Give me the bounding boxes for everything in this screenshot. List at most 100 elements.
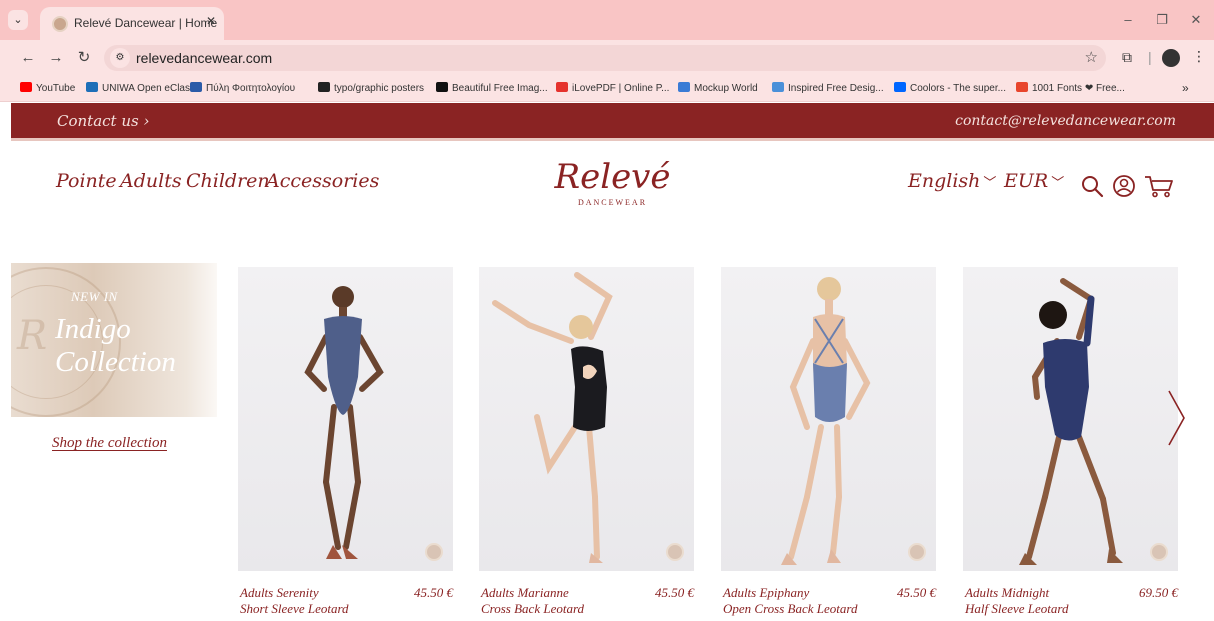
contact-us-link[interactable]: Contact us › [57, 112, 149, 130]
inspired-icon [772, 82, 784, 92]
browser-toolbar: ← → ↻ ⚙ relevedancewear.com ☆ ⧉ | ⋮ [0, 40, 1214, 76]
brand-seal-icon [1150, 543, 1168, 561]
product-card[interactable]: Adults Epiphany Open Cross Back Leotard … [721, 267, 936, 616]
banner-monogram-icon: R [17, 313, 48, 359]
banner-title: Indigo Collection [55, 313, 176, 379]
site-logo[interactable]: Relevé DANCEWEAR [545, 157, 680, 217]
browser-tab-active[interactable]: Relevé Dancewear | Home ✕ [40, 7, 224, 40]
carousel-next-icon[interactable] [1166, 388, 1188, 448]
bookmark-coolors[interactable]: Coolors - The super... [894, 81, 1006, 97]
dancer-illustration [304, 286, 384, 559]
language-selector[interactable]: English ﹀ [908, 170, 996, 192]
browser-menu-icon[interactable]: ⋮ [1192, 48, 1206, 65]
address-bar[interactable]: ⚙ relevedancewear.com ☆ [104, 45, 1106, 71]
unsplash-icon [436, 82, 448, 92]
dancer-illustration [1019, 278, 1123, 565]
mockup-icon [678, 82, 690, 92]
product-name-line1: Adults Marianne [481, 585, 569, 600]
product-price: 45.50 € [655, 585, 694, 600]
product-name-line2: Half Sleeve Leotard [965, 601, 1069, 616]
banner-title-line1: Indigo [55, 313, 131, 345]
eclass-icon [86, 82, 98, 92]
contact-bar: Contact us › contact@relevedancewear.com [11, 103, 1214, 141]
coolors-icon [894, 82, 906, 92]
product-card[interactable]: Adults Marianne Cross Back Leotard 45.50… [479, 267, 694, 616]
browser-tab-bar: ⌄ Relevé Dancewear | Home ✕ – ❐ ✕ [0, 0, 1214, 40]
product-name-line2: Open Cross Back Leotard [723, 601, 858, 616]
tab-search-button[interactable]: ⌄ [8, 10, 28, 30]
cart-icon[interactable] [1144, 174, 1174, 198]
banner-eyebrow: NEW IN [71, 289, 118, 304]
tab-close-icon[interactable]: ✕ [206, 14, 216, 28]
product-image[interactable] [721, 267, 936, 571]
product-image[interactable] [238, 267, 453, 571]
product-name-line2: Cross Back Leotard [481, 601, 585, 616]
logo-wordmark: Relevé [554, 157, 671, 197]
contact-email-link[interactable]: contact@relevedancewear.com [955, 113, 1176, 129]
bookmark-student-portal[interactable]: Πύλη Φοιτητολογίου [190, 81, 295, 97]
product-card[interactable]: Adults Midnight Half Sleeve Leotard 69.5… [963, 267, 1178, 616]
restore-icon[interactable]: ❐ [1152, 10, 1172, 30]
language-value: English [908, 170, 981, 192]
nav-children[interactable]: Children [186, 170, 270, 192]
slash-icon [318, 82, 330, 92]
product-image[interactable] [479, 267, 694, 571]
bookmark-free-images[interactable]: Beautiful Free Imag... [436, 81, 548, 97]
bookmark-typo-posters[interactable]: typo/graphic posters [318, 81, 424, 97]
product-name[interactable]: Adults Marianne Cross Back Leotard [481, 585, 584, 617]
bookmarks-overflow-icon[interactable]: » [1182, 81, 1189, 95]
product-name-line1: Adults Midnight [965, 585, 1050, 600]
logo-tagline: DANCEWEAR [577, 198, 648, 207]
product-card[interactable]: Adults Serenity Short Sleeve Leotard 45.… [238, 267, 453, 616]
brand-seal-icon [666, 543, 684, 561]
site-favicon-icon [52, 16, 68, 32]
currency-selector[interactable]: EUR ﹀ [1004, 170, 1064, 192]
address-url[interactable]: relevedancewear.com [136, 50, 272, 66]
bookmark-ilovepdf[interactable]: iLovePDF | Online P... [556, 81, 669, 97]
fonts-icon [1016, 82, 1028, 92]
back-arrow-icon[interactable]: ← [18, 48, 38, 68]
product-name[interactable]: Adults Midnight Half Sleeve Leotard [965, 585, 1069, 617]
nav-pointe[interactable]: Pointe [56, 170, 117, 192]
product-name[interactable]: Adults Epiphany Open Cross Back Leotard [723, 585, 857, 617]
search-icon[interactable] [1080, 174, 1104, 198]
heart-icon [556, 82, 568, 92]
forward-arrow-icon[interactable]: → [46, 48, 66, 68]
bookmark-inspired-design[interactable]: Inspired Free Desig... [772, 81, 884, 97]
product-name[interactable]: Adults Serenity Short Sleeve Leotard [240, 585, 349, 617]
bookmark-uniwa-eclass[interactable]: UNIWA Open eClass [86, 81, 195, 97]
minimize-icon[interactable]: – [1118, 10, 1138, 30]
collection-banner[interactable]: R NEW IN Indigo Collection [11, 263, 217, 417]
bookmarks-bar: YouTube UNIWA Open eClass Πύλη Φοιτητολο… [0, 76, 1214, 102]
youtube-icon [20, 82, 32, 92]
site-info-icon[interactable]: ⚙ [110, 48, 130, 68]
bookmark-1001-fonts[interactable]: 1001 Fonts ❤ Free... [1016, 81, 1125, 97]
reload-icon[interactable]: ↻ [74, 48, 94, 68]
brand-seal-icon [908, 543, 926, 561]
shop-collection-link[interactable]: Shop the collection [52, 435, 167, 452]
chevron-down-icon: ﹀ [1051, 176, 1065, 191]
currency-value: EUR [1004, 170, 1049, 192]
product-price: 69.50 € [1139, 585, 1178, 600]
extensions-icon[interactable]: ⧉ [1122, 49, 1132, 66]
product-name-line1: Adults Epiphany [723, 585, 810, 600]
nav-accessories[interactable]: Accessories [266, 170, 379, 192]
banner-title-line2: Collection [55, 346, 176, 378]
product-price: 45.50 € [414, 585, 453, 600]
chevron-down-icon: ﹀ [983, 176, 997, 191]
product-name-line1: Adults Serenity [240, 585, 319, 600]
dancer-illustration [492, 272, 613, 563]
nav-adults[interactable]: Adults [120, 170, 182, 192]
window-close-icon[interactable]: ✕ [1186, 10, 1206, 30]
profile-avatar-icon[interactable] [1162, 49, 1180, 67]
bookmark-mockup-world[interactable]: Mockup World [678, 81, 758, 97]
portal-icon [190, 82, 202, 92]
brand-seal-icon [425, 543, 443, 561]
account-icon[interactable] [1112, 174, 1136, 198]
product-price: 45.50 € [897, 585, 936, 600]
tab-title: Relevé Dancewear | Home [74, 16, 218, 30]
bookmark-star-icon[interactable]: ☆ [1085, 48, 1098, 66]
product-name-line2: Short Sleeve Leotard [240, 601, 349, 616]
bookmark-youtube[interactable]: YouTube [20, 81, 75, 97]
product-image[interactable] [963, 267, 1178, 571]
